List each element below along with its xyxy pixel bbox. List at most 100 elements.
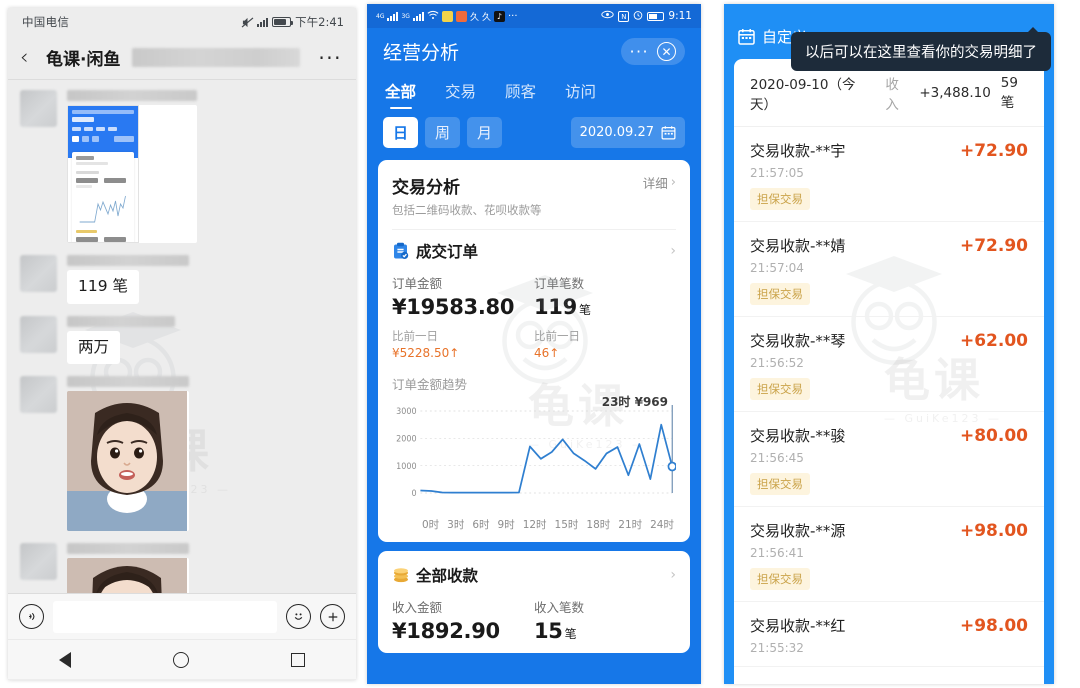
analysis-tabs[interactable]: 全部 交易 顾客 访问	[383, 80, 685, 109]
transaction-title: 交易收款-**红	[750, 617, 846, 635]
summary-income-amount: +3,488.10	[919, 85, 991, 101]
network-type-3g: 3G	[401, 12, 410, 20]
metric-value: 119 笔	[534, 295, 676, 319]
message-image-photo[interactable]	[67, 391, 189, 532]
sender-name-blurred	[67, 90, 197, 101]
tab-all[interactable]: 全部	[385, 80, 416, 109]
close-icon[interactable]: ✕	[657, 42, 676, 61]
transaction-row[interactable]: 交易收款-**骏 +80.00 21:56:45 担保交易	[734, 412, 1044, 507]
clipboard-check-icon	[392, 242, 409, 260]
battery-icon	[272, 17, 294, 27]
recents-square-icon[interactable]	[291, 652, 305, 667]
more-horizontal-icon[interactable]: ···	[318, 48, 342, 68]
chat-input-bar[interactable]	[8, 593, 356, 639]
transaction-row[interactable]: 交易收款-**琴 +62.00 21:56:52 担保交易	[734, 317, 1044, 412]
signal-icon	[257, 17, 269, 27]
bill-sheet[interactable]: 龟课 — GuiKe123 — 2020-09-10（今天） 收入 +3,488…	[734, 59, 1044, 684]
message-text[interactable]: 两万	[67, 330, 121, 365]
more-horizontal-icon[interactable]: ···	[630, 43, 649, 59]
chat-input-field[interactable]	[53, 600, 277, 633]
transaction-tag: 担保交易	[750, 568, 810, 590]
transaction-tag: 担保交易	[750, 188, 810, 210]
period-month-button[interactable]: 月	[467, 117, 502, 148]
message-image-screenshot[interactable]	[67, 105, 197, 243]
clock-label: 下午2:41	[295, 15, 344, 29]
calendar-icon[interactable]	[661, 125, 676, 140]
transaction-row[interactable]: 交易收款-**红 +98.00 21:55:32	[734, 602, 1044, 667]
transaction-tag: 担保交易	[750, 473, 810, 495]
transaction-list[interactable]: 交易收款-**宇 +72.90 21:57:05 担保交易 交易收款-**婧 +…	[734, 127, 1044, 667]
chat-message-list[interactable]: 龟课 — GuiKe123 —	[8, 80, 356, 593]
svg-text:2000: 2000	[396, 433, 416, 443]
period-segmented-control[interactable]: 日 周 月	[383, 117, 502, 148]
x-tick-label: 3时	[447, 519, 465, 531]
sender-name-blurred	[67, 376, 189, 388]
x-tick-label: 9时	[497, 519, 515, 531]
app-icon-char-1: 久	[469, 12, 479, 23]
list-item[interactable]	[8, 90, 356, 243]
tab-customer[interactable]: 顾客	[505, 80, 536, 109]
compare-label: 比前一日	[392, 329, 438, 343]
list-item[interactable]	[8, 543, 356, 593]
chevron-right-icon[interactable]: ›	[670, 243, 676, 259]
back-icon[interactable]: ‹	[20, 47, 36, 68]
emoji-icon[interactable]	[286, 604, 311, 629]
home-circle-icon[interactable]	[173, 651, 189, 668]
tooltip-bubble[interactable]: 以后可以在这里查看你的交易明细了	[791, 27, 1051, 71]
summary-date: 2020-09-10（今天）	[750, 77, 856, 113]
chevron-right-icon: ›	[670, 175, 676, 190]
x-tick-label: 21时	[618, 519, 643, 531]
order-section-header[interactable]: 成交订单 ›	[392, 240, 676, 262]
coins-icon	[392, 568, 409, 583]
tab-trade[interactable]: 交易	[445, 80, 476, 109]
list-item[interactable]: 两万	[8, 315, 356, 365]
plus-icon[interactable]	[320, 604, 345, 629]
chevron-right-icon[interactable]: ›	[670, 567, 676, 583]
metric-label: 收入笔数	[534, 600, 585, 615]
transaction-title: 交易收款-**骏	[750, 427, 846, 445]
back-triangle-icon[interactable]	[59, 651, 71, 668]
avatar	[20, 315, 57, 353]
wechat-navbar: ‹ 龟课·闲鱼 ···	[8, 36, 356, 80]
period-week-button[interactable]: 周	[425, 117, 460, 148]
message-text[interactable]: 119 笔	[67, 270, 140, 304]
sender-name-blurred	[67, 315, 175, 327]
mute-icon	[241, 16, 254, 28]
income-section-header[interactable]: 全部收款 ›	[392, 564, 676, 586]
list-item[interactable]: 119 笔	[8, 255, 356, 304]
screenshot-thumbnail	[67, 105, 139, 243]
detail-link[interactable]: 详细 ›	[643, 173, 676, 192]
tooltip-text: 以后可以在这里查看你的交易明细了	[805, 45, 1037, 61]
chat-title: 龟课·闲鱼	[46, 50, 121, 70]
alipay-bill-frame: 自定义 以后可以在这里查看你的交易明细了 龟课 — GuiKe123 — 202…	[724, 4, 1054, 684]
transaction-row[interactable]: 交易收款-**婧 +72.90 21:57:04 担保交易	[734, 222, 1044, 317]
panel-wechat-chat: 中国电信 下午2:41 ‹ 龟课·闲鱼 ··· — 119 笔 两万	[0, 0, 363, 688]
list-item[interactable]	[8, 376, 356, 532]
metric-value: ¥1892.90	[392, 619, 500, 643]
alipay-analysis-frame: 4G 3G 久 久 ♪ ··· N 9:11 经营分析 ··· ✕ 全部 交易 …	[367, 4, 701, 684]
panel-business-analysis: 4G 3G 久 久 ♪ ··· N 9:11 经营分析 ··· ✕ 全部 交易 …	[363, 0, 719, 688]
transaction-amount: +62.00	[959, 331, 1028, 351]
metric-order-amount: 订单金额 ¥19583.80 比前一日 ¥5228.50↑	[392, 273, 534, 360]
date-picker[interactable]: 2020.09.27	[570, 117, 685, 148]
tab-visit[interactable]: 访问	[565, 80, 596, 109]
x-tick-label: 18时	[586, 519, 611, 531]
android-nav-bar[interactable]	[8, 639, 356, 679]
analysis-content[interactable]: 龟课 — GuiKe123 — 交易分析 包括二维码收款、花呗收款等 详细 ›	[367, 160, 701, 653]
voice-icon[interactable]	[19, 604, 44, 629]
calendar-icon[interactable]	[738, 28, 755, 45]
compare-label: 比前一日	[534, 329, 580, 343]
summary-count: 59笔	[1000, 75, 1018, 111]
order-section-title: 成交订单	[416, 243, 479, 261]
order-amount-trend-chart: 23时 ¥969 0 1000 2000 3000	[392, 395, 676, 515]
transaction-row[interactable]: 交易收款-**宇 +72.90 21:57:05 担保交易	[734, 127, 1044, 222]
period-filter-row: 日 周 月 2020.09.27	[383, 117, 685, 160]
alarm-icon	[633, 10, 643, 23]
period-day-button[interactable]: 日	[383, 117, 418, 148]
transaction-time: 21:56:45	[750, 451, 804, 465]
clock-label: 9:11	[668, 10, 692, 22]
transaction-title: 交易收款-**婧	[750, 237, 846, 255]
transaction-amount: +98.00	[959, 616, 1028, 636]
message-image-photo[interactable]	[67, 558, 189, 593]
transaction-row[interactable]: 交易收款-**源 +98.00 21:56:41 担保交易	[734, 507, 1044, 602]
